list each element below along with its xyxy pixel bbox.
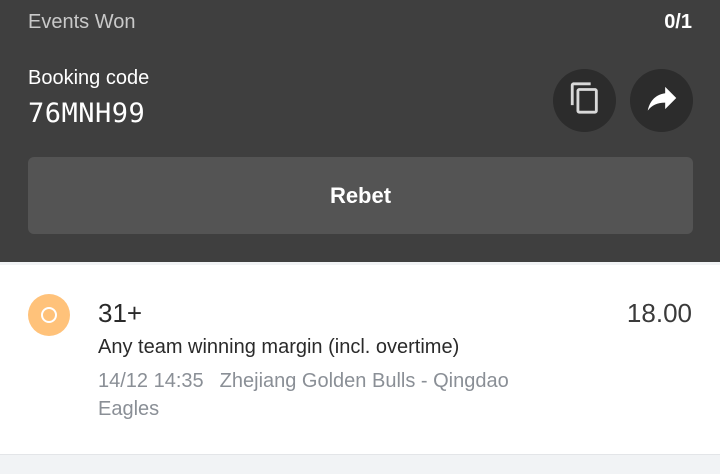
selection-odds: 18.00 bbox=[626, 298, 692, 328]
match-info: 14/12 14:35 Zhejiang Golden Bulls - Qingd… bbox=[98, 367, 548, 423]
events-won-label: Events Won bbox=[28, 11, 136, 33]
pending-status-icon bbox=[28, 294, 70, 336]
bet-summary-panel: Events Won 0/1 Booking code 76MNH99 Rebe… bbox=[0, 0, 720, 262]
match-datetime: 14/12 14:35 bbox=[98, 370, 204, 392]
booking-code-label: Booking code bbox=[28, 67, 150, 89]
status-ring bbox=[41, 307, 57, 323]
booking-code-value: 76MNH99 bbox=[28, 98, 146, 129]
copy-icon bbox=[568, 81, 602, 120]
events-won-value: 0/1 bbox=[664, 11, 692, 33]
bet-selection-card: 31+ 18.00 Any team winning margin (incl.… bbox=[0, 265, 720, 455]
share-button[interactable] bbox=[630, 69, 693, 132]
selection-outcome: 31+ bbox=[98, 298, 143, 328]
rebet-button[interactable]: Rebet bbox=[28, 157, 693, 234]
share-icon bbox=[643, 79, 681, 122]
events-won-row: Events Won 0/1 bbox=[28, 11, 692, 37]
market-name: Any team winning margin (incl. overtime) bbox=[98, 336, 460, 358]
copy-button[interactable] bbox=[553, 69, 616, 132]
